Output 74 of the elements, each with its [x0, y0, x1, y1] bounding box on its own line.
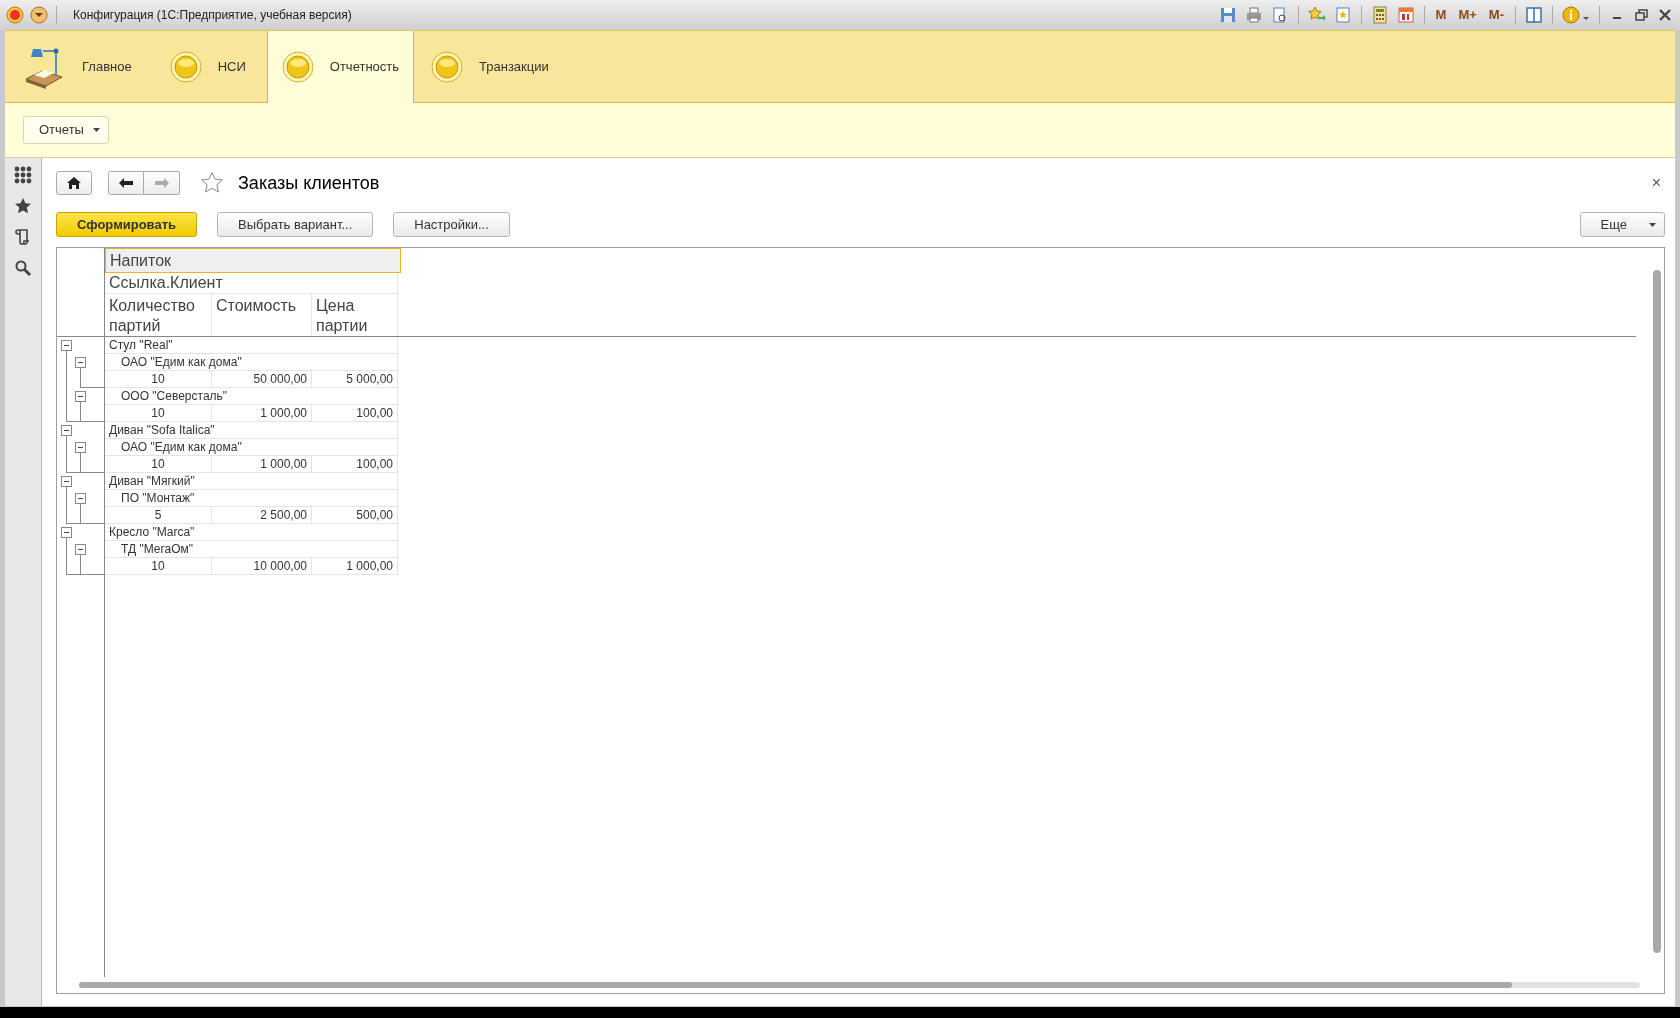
table-cell: 500,00 — [312, 507, 398, 524]
app-logo-icon[interactable] — [6, 6, 24, 24]
group-row-label: ОАО "Едим как дома" — [105, 439, 398, 456]
table-cell: 5 — [105, 507, 212, 524]
collapse-toggle[interactable] — [61, 527, 72, 538]
table-cell: 10 — [105, 371, 212, 388]
group-row-label: ТД "МегаОм" — [105, 541, 398, 558]
generate-button[interactable]: Сформировать — [56, 212, 198, 237]
window-title: Конфигурация (1С:Предприятие, учебная версия) — [73, 7, 352, 24]
table-cell: 2 500,00 — [212, 507, 312, 524]
group-row-label: Диван "Sofa Italica" — [105, 422, 398, 439]
column-header: Стоимость — [212, 294, 312, 336]
action-button[interactable]: Настройки... — [393, 212, 510, 237]
apps-grid-icon[interactable] — [14, 166, 32, 184]
home-icon — [67, 177, 81, 189]
scroll-icon[interactable] — [14, 228, 32, 246]
table-cell: 50 000,00 — [212, 371, 312, 388]
collapse-toggle[interactable] — [75, 442, 86, 453]
collapse-toggle[interactable] — [75, 544, 86, 555]
section-tab[interactable]: Главное — [5, 31, 153, 102]
table-cell: 100,00 — [312, 456, 398, 473]
info-icon[interactable] — [1561, 5, 1591, 25]
table-cell: 1 000,00 — [212, 405, 312, 422]
reports-menu-button[interactable]: Отчеты — [23, 116, 109, 144]
collapse-toggle[interactable] — [75, 357, 86, 368]
table-cell: 1 000,00 — [312, 558, 398, 575]
action-button[interactable]: Выбрать вариант... — [217, 212, 374, 237]
caret-icon — [1649, 222, 1656, 227]
calendar-icon[interactable] — [1395, 5, 1416, 25]
caret-icon — [92, 128, 100, 132]
section-tab[interactable]: Транзакции — [414, 31, 570, 102]
table-cell: 10 — [105, 456, 212, 473]
group-row-label: ООО "Северсталь" — [105, 388, 398, 405]
column-group-header: Напиток — [105, 248, 401, 273]
panels-icon[interactable] — [1524, 5, 1544, 25]
memory-button[interactable]: M+ — [1455, 5, 1480, 25]
collapse-toggle[interactable] — [61, 340, 72, 351]
round-emblem-icon — [281, 51, 314, 83]
memory-button[interactable]: M- — [1485, 5, 1507, 25]
group-row-label: ПО "Монтаж" — [105, 490, 398, 507]
star-outline-icon[interactable] — [200, 171, 224, 195]
table-cell: 100,00 — [312, 405, 398, 422]
home-button[interactable] — [56, 171, 92, 195]
group-row-label: Кресло "Marca" — [105, 524, 398, 541]
round-emblem-icon — [169, 50, 202, 83]
dropdown-menu-icon[interactable] — [30, 6, 48, 24]
back-button[interactable] — [108, 171, 144, 195]
table-cell: 10 000,00 — [212, 558, 312, 575]
restore-icon[interactable] — [1632, 6, 1650, 24]
table-cell: 5 000,00 — [312, 371, 398, 388]
table-cell: 1 000,00 — [212, 456, 312, 473]
section-tab[interactable]: Отчетность — [266, 31, 415, 103]
group-row-label: Стул "Real" — [105, 337, 398, 354]
table-cell: 10 — [105, 405, 212, 422]
column-header: Количество партий — [105, 294, 212, 336]
column-group-header: Ссылка.Клиент — [105, 273, 398, 294]
forward-arrow-icon — [154, 178, 169, 188]
search-icon[interactable] — [14, 259, 32, 277]
collapse-toggle[interactable] — [61, 476, 72, 487]
more-button[interactable]: Еще — [1579, 212, 1665, 237]
group-row-label: ОАО "Едим как дома" — [105, 354, 398, 371]
round-emblem-icon — [431, 50, 464, 83]
section-tab[interactable]: НСИ — [152, 31, 267, 102]
collapse-toggle[interactable] — [75, 493, 86, 504]
column-header: Цена партии — [312, 294, 398, 336]
collapse-toggle[interactable] — [61, 425, 72, 436]
memory-button[interactable]: M — [1432, 5, 1450, 25]
star-icon[interactable] — [14, 197, 32, 215]
back-arrow-icon — [119, 178, 133, 188]
table-cell: 10 — [105, 558, 212, 575]
form-title: Заказы клиентов — [238, 171, 380, 195]
close-button[interactable]: × — [1647, 171, 1665, 195]
group-row-label: Диван "Мягкий" — [105, 473, 398, 490]
collapse-toggle[interactable] — [75, 391, 86, 402]
